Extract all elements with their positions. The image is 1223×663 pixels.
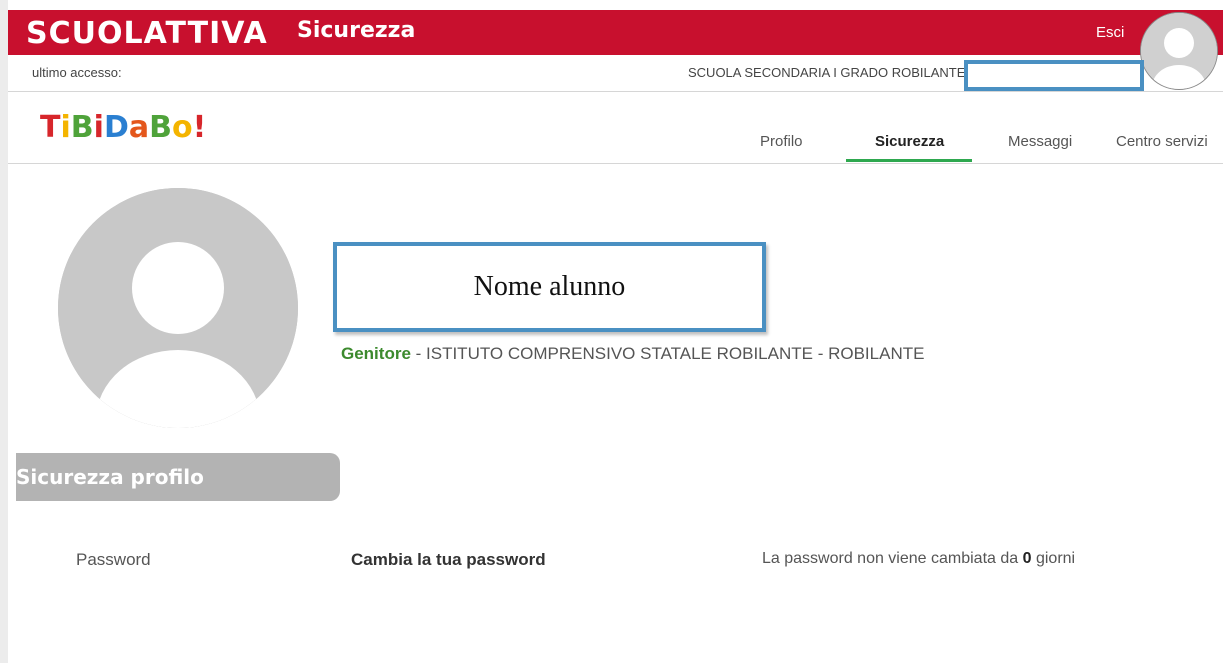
security-section-header: Sicurezza profilo	[16, 453, 340, 501]
logo-letter: o	[171, 110, 193, 145]
user-name-highlight-box	[964, 60, 1144, 91]
password-status: La password non viene cambiata da 0 gior…	[762, 550, 1075, 568]
logo-letter: i	[93, 110, 104, 145]
logo-letter: B	[70, 110, 94, 145]
tab-messaggi[interactable]: Messaggi	[1008, 133, 1072, 150]
logo-letter: a	[128, 110, 150, 145]
logo-letter: D	[103, 110, 129, 145]
school-name: SCUOLA SECONDARIA I GRADO ROBILANTE	[688, 65, 966, 80]
student-name-box: Nome alunno	[333, 242, 766, 332]
password-status-prefix: La password non viene cambiata da	[762, 550, 1023, 567]
last-access-label: ultimo accesso:	[32, 65, 122, 80]
logo-letter: B	[149, 110, 172, 145]
security-section-title: Sicurezza profilo	[16, 465, 204, 489]
role-label: Genitore	[341, 344, 411, 363]
profile-avatar-icon	[58, 188, 298, 428]
logo-letter: T	[40, 110, 61, 145]
tibidabo-logo[interactable]: TiBiDaBo!	[40, 110, 206, 145]
logout-link[interactable]: Esci	[1096, 24, 1124, 41]
tab-sicurezza[interactable]: Sicurezza	[875, 133, 944, 150]
tab-profilo[interactable]: Profilo	[760, 133, 803, 150]
change-password-link[interactable]: Cambia la tua password	[351, 550, 546, 570]
logo-letter: !	[192, 110, 207, 145]
password-status-suffix: giorni	[1031, 550, 1076, 567]
tab-centro-servizi[interactable]: Centro servizi	[1116, 133, 1208, 150]
student-name: Nome alunno	[473, 271, 626, 302]
logo-letter: i	[60, 110, 71, 145]
page-title: Sicurezza	[297, 18, 416, 43]
default-profile-icon	[58, 188, 298, 428]
password-label: Password	[76, 550, 151, 569]
left-edge-strip	[0, 0, 8, 663]
top-header-bar: SCUOLATTIVA Sicurezza Esci	[8, 10, 1223, 55]
brand-logo-text[interactable]: SCUOLATTIVA	[26, 16, 268, 51]
institution-label: - ISTITUTO COMPRENSIVO STATALE ROBILANTE…	[410, 344, 925, 363]
active-tab-indicator	[846, 159, 972, 162]
role-line: Genitore - ISTITUTO COMPRENSIVO STATALE …	[341, 344, 924, 364]
password-status-days: 0	[1022, 550, 1032, 567]
